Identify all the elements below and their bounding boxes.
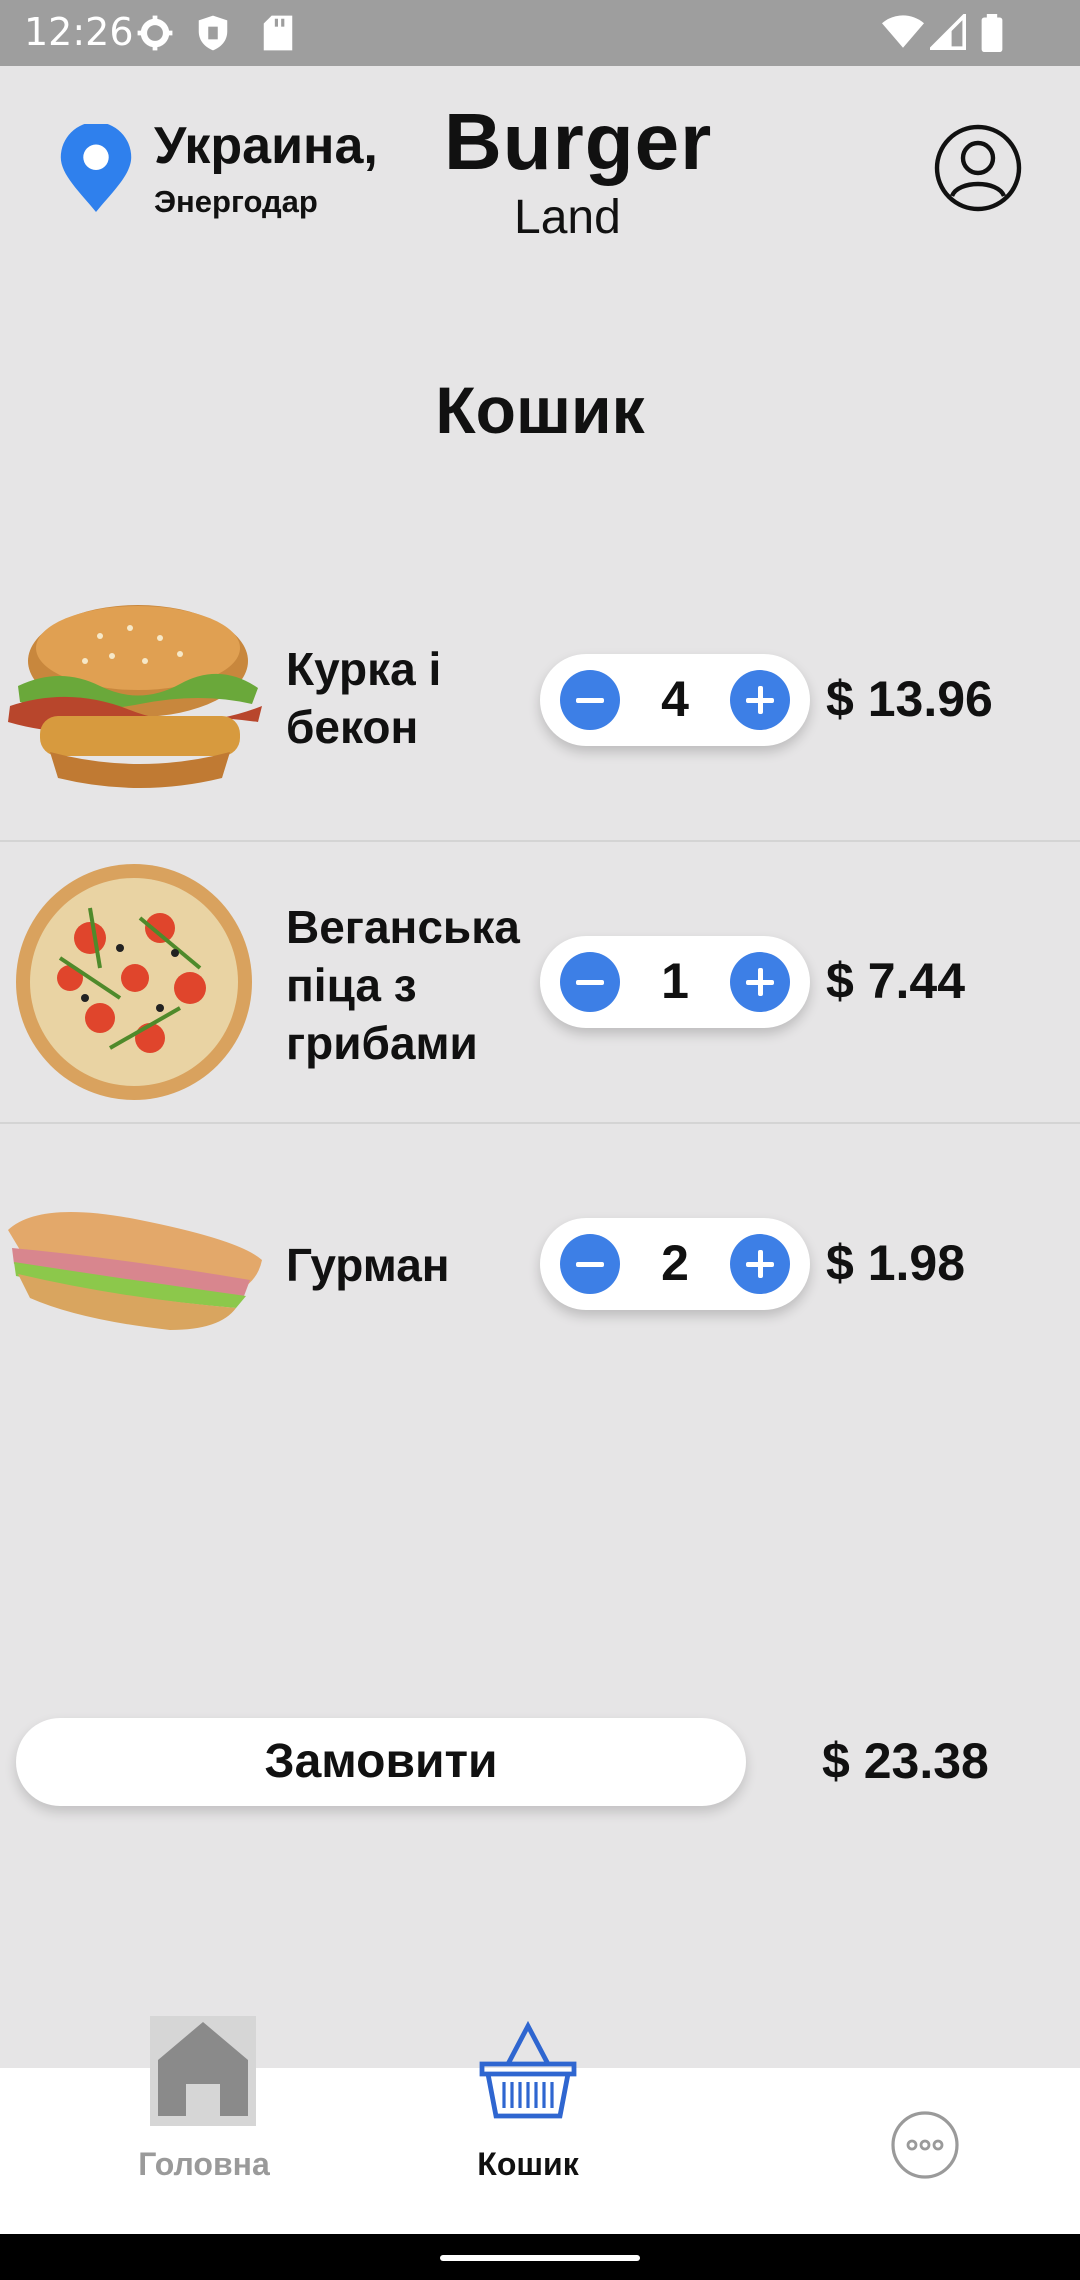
burger-image xyxy=(8,605,262,788)
sd-card-icon xyxy=(263,15,293,51)
item-name-line: грибами xyxy=(286,1017,478,1069)
settings-icon xyxy=(137,15,173,51)
nav-cart-label[interactable]: Кошик xyxy=(398,2146,658,2183)
increase-quantity-button[interactable] xyxy=(730,1234,790,1294)
nav-home-label[interactable]: Головна xyxy=(74,2146,334,2183)
cart-item: Курка і бекон 4 $ 13.96 xyxy=(0,560,1080,842)
item-price: $ 7.44 xyxy=(826,953,966,1009)
brand-subtitle: Land xyxy=(514,191,621,244)
cart-item: Гурман 2 $ 1.98 xyxy=(0,1124,1080,1406)
home-icon[interactable] xyxy=(150,2016,256,2126)
item-name: Курка і бекон xyxy=(286,640,441,756)
signal-icon xyxy=(930,14,966,50)
item-name-line: Веганська xyxy=(286,901,520,953)
brand-title: Burger xyxy=(444,97,713,186)
quantity-stepper: 1 xyxy=(540,936,810,1028)
minus-icon xyxy=(576,1262,604,1267)
quantity-stepper: 2 xyxy=(540,1218,810,1310)
order-total: $ 23.38 xyxy=(822,1733,989,1789)
profile-icon[interactable] xyxy=(934,124,1022,212)
location-city[interactable]: Энергодар xyxy=(154,184,318,220)
increase-quantity-button[interactable] xyxy=(730,952,790,1012)
cart-item: Веганська піца з грибами 1 $ 7.44 xyxy=(0,842,1080,1124)
item-price: $ 13.96 xyxy=(826,671,993,727)
decrease-quantity-button[interactable] xyxy=(560,670,620,730)
more-options-icon[interactable] xyxy=(890,2110,960,2180)
sandwich-image xyxy=(8,1212,262,1330)
location-pin-icon[interactable] xyxy=(56,124,136,214)
minus-icon xyxy=(576,980,604,985)
minus-icon xyxy=(576,698,604,703)
order-button[interactable]: Замовити xyxy=(16,1718,746,1806)
item-name: Веганська піца з грибами xyxy=(286,898,520,1072)
item-quantity: 4 xyxy=(661,671,689,727)
increase-quantity-button[interactable] xyxy=(730,670,790,730)
basket-icon[interactable] xyxy=(476,2020,580,2124)
shield-icon xyxy=(198,15,228,51)
home-indicator[interactable] xyxy=(440,2255,640,2261)
item-quantity: 1 xyxy=(661,953,689,1009)
status-time: 12:26 xyxy=(24,10,134,54)
item-name-line: бекон xyxy=(286,701,419,753)
item-name-line: піца з xyxy=(286,959,417,1011)
quantity-stepper: 4 xyxy=(540,654,810,746)
pizza-image xyxy=(16,864,252,1100)
item-price: $ 1.98 xyxy=(826,1235,966,1291)
battery-icon xyxy=(981,14,1003,52)
item-name-line: Гурман xyxy=(286,1239,450,1291)
wifi-icon xyxy=(882,15,924,48)
decrease-quantity-button[interactable] xyxy=(560,952,620,1012)
decrease-quantity-button[interactable] xyxy=(560,1234,620,1294)
item-name-line: Курка і xyxy=(286,643,442,695)
item-name: Гурман xyxy=(286,1236,450,1294)
item-quantity: 2 xyxy=(661,1235,689,1291)
location-country[interactable]: Украина, xyxy=(154,116,378,176)
page-title: Кошик xyxy=(435,373,645,447)
